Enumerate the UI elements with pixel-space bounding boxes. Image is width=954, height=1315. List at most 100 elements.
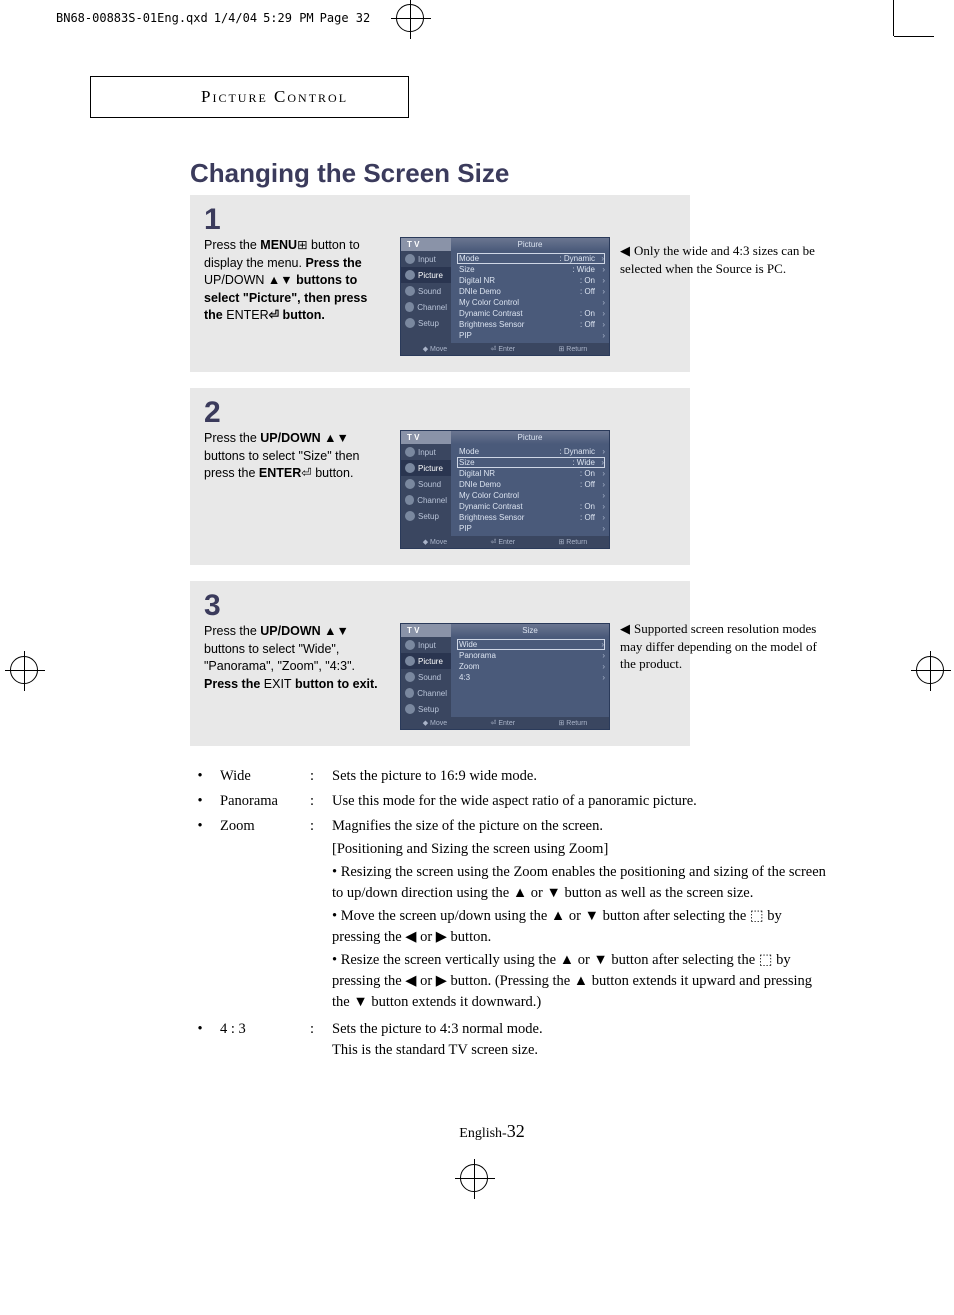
registration-mark-left-icon — [10, 656, 38, 684]
osd-section-title: Size — [451, 624, 609, 637]
mode-desc-43b: This is the standard TV screen size. — [332, 1040, 830, 1061]
osd-row: Size: Wide — [457, 457, 605, 468]
step-instructions: Press the MENU⊞ button to display the me… — [204, 237, 384, 325]
osd-side-icon — [405, 688, 414, 698]
osd-sidebar: InputPictureSoundChannelSetup — [401, 637, 451, 717]
osd-row: My Color Control — [457, 490, 605, 501]
osd-side-item: Setup — [401, 315, 451, 331]
osd-list: Mode: DynamicSize: WideDigital NR: OnDNI… — [451, 444, 609, 536]
print-filename: BN68-00883S-01Eng.qxd — [56, 11, 208, 25]
osd-footer-hint: ◆ Move — [423, 719, 447, 727]
osd-side-item: Sound — [401, 283, 451, 299]
zoom-sub-0: • Resizing the screen using the Zoom ena… — [332, 862, 830, 904]
zoom-sub-1: • Move the screen up/down using the ▲ or… — [332, 906, 830, 948]
step-instructions: Press the UP/DOWN ▲▼ buttons to select "… — [204, 623, 384, 693]
step-number: 3 — [204, 591, 676, 621]
osd-row: Zoom — [457, 661, 605, 672]
osd-side-icon — [405, 463, 415, 473]
step-number: 1 — [204, 205, 676, 235]
zoom-subheading: [Positioning and Sizing the screen using… — [332, 839, 830, 860]
osd-side-item: Input — [401, 251, 451, 267]
osd-row: Dynamic Contrast: On — [457, 308, 605, 319]
osd-row: Mode: Dynamic — [457, 253, 605, 264]
osd-side-icon — [405, 270, 415, 280]
mode-desc-zoom: Magnifies the size of the picture on the… — [332, 816, 830, 837]
osd-side-item: Sound — [401, 476, 451, 492]
osd-tv-label: T V — [401, 624, 451, 637]
osd-row: PIP — [457, 523, 605, 534]
pointer-left-icon: ◀ — [620, 621, 630, 636]
osd-footer-hint: ◆ Move — [423, 538, 447, 546]
osd-side-icon — [405, 672, 415, 682]
osd-row: 4:3 — [457, 672, 605, 683]
zoom-sub-2: • Resize the screen vertically using the… — [332, 950, 830, 1013]
step-number: 2 — [204, 398, 676, 428]
osd-row: Wide — [457, 639, 605, 650]
osd-screenshot: T VPicture InputPictureSoundChannelSetup… — [400, 237, 610, 356]
side-note: ◀Supported screen resolution modes may d… — [620, 620, 820, 673]
osd-footer-hint: ◆ Move — [423, 345, 447, 353]
osd-footer: ◆ Move ⏎ Enter ⊞ Return — [401, 717, 609, 729]
osd-side-item: Channel — [401, 299, 451, 315]
osd-section-title: Picture — [451, 238, 609, 251]
osd-footer-hint: ⊞ Return — [558, 345, 587, 353]
crop-mark-icon — [893, 0, 894, 36]
pointer-left-icon: ◀ — [620, 243, 630, 258]
mode-label-wide: Wide — [220, 766, 300, 787]
osd-row: DNIe Demo: Off — [457, 286, 605, 297]
osd-row: DNIe Demo: Off — [457, 479, 605, 490]
osd-row: Digital NR: On — [457, 275, 605, 286]
mode-desc-wide: Sets the picture to 16:9 wide mode. — [332, 766, 830, 787]
osd-side-icon — [405, 511, 415, 521]
osd-footer: ◆ Move ⏎ Enter ⊞ Return — [401, 343, 609, 355]
osd-side-item: Picture — [401, 653, 451, 669]
osd-side-icon — [405, 318, 415, 328]
osd-footer-hint: ⊞ Return — [558, 538, 587, 546]
osd-footer-hint: ⏎ Enter — [491, 719, 516, 727]
mode-label-43: 4 : 3 — [220, 1019, 300, 1061]
step-instructions: Press the UP/DOWN ▲▼ buttons to select "… — [204, 430, 384, 483]
osd-footer-hint: ⏎ Enter — [491, 538, 516, 546]
footer-lang: English- — [459, 1126, 506, 1141]
osd-side-icon — [405, 640, 415, 650]
osd-side-icon — [405, 704, 415, 714]
osd-row: Brightness Sensor: Off — [457, 319, 605, 330]
osd-side-item: Channel — [401, 492, 451, 508]
osd-list: WidePanoramaZoom4:3 — [451, 637, 609, 717]
step-block: 2 Press the UP/DOWN ▲▼ buttons to select… — [190, 388, 690, 565]
osd-screenshot: T VSize InputPictureSoundChannelSetup Wi… — [400, 623, 610, 730]
step-block: 3 Press the UP/DOWN ▲▼ buttons to select… — [190, 581, 690, 746]
osd-side-icon — [405, 656, 415, 666]
osd-footer: ◆ Move ⏎ Enter ⊞ Return — [401, 536, 609, 548]
section-header: Picture Control — [90, 76, 409, 118]
page-body: Picture Control Changing the Screen Size… — [0, 36, 954, 1202]
osd-row: PIP — [457, 330, 605, 341]
osd-side-item: Setup — [401, 508, 451, 524]
footer-page-number: 32 — [507, 1121, 525, 1141]
osd-screenshot: T VPicture InputPictureSoundChannelSetup… — [400, 430, 610, 549]
osd-tv-label: T V — [401, 431, 451, 444]
print-job-header: BN68-00883S-01Eng.qxd 1/4/04 5:29 PM Pag… — [0, 0, 954, 36]
page-title: Changing the Screen Size — [90, 158, 894, 189]
registration-mark-bottom-icon — [460, 1164, 488, 1192]
osd-footer-hint: ⏎ Enter — [491, 345, 516, 353]
osd-side-item: Channel — [401, 685, 451, 701]
osd-side-icon — [405, 254, 415, 264]
crop-mark-icon — [894, 36, 934, 37]
osd-row: Dynamic Contrast: On — [457, 501, 605, 512]
osd-section-title: Picture — [451, 431, 609, 444]
osd-row: Size: Wide — [457, 264, 605, 275]
osd-side-item: Sound — [401, 669, 451, 685]
osd-side-icon — [405, 479, 415, 489]
osd-row: Mode: Dynamic — [457, 446, 605, 457]
print-date: 1/4/04 — [214, 11, 257, 25]
mode-desc-panorama: Use this mode for the wide aspect ratio … — [332, 791, 830, 812]
registration-mark-right-icon — [916, 656, 944, 684]
print-page: Page 32 — [320, 11, 371, 25]
mode-label-zoom: Zoom — [220, 816, 300, 1015]
mode-label-panorama: Panorama — [220, 791, 300, 812]
registration-mark-top-icon — [396, 4, 424, 32]
step-block: 1 Press the MENU⊞ button to display the … — [190, 195, 690, 372]
osd-footer-hint: ⊞ Return — [558, 719, 587, 727]
osd-row: Digital NR: On — [457, 468, 605, 479]
